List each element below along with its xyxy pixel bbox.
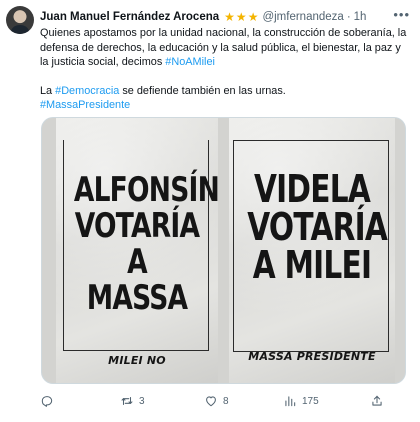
reply-icon <box>41 396 53 407</box>
poster-videla: VIDELA VOTARÍA A MILEI MASSA PRESIDENTE <box>229 118 395 383</box>
separator: · <box>346 11 351 23</box>
headline-line: VOTARÍA <box>74 206 200 246</box>
tweet-text: Quienes apostamos por la unidad nacional… <box>40 26 412 113</box>
retweet-button[interactable]: 3 <box>120 392 145 410</box>
views-count: 175 <box>302 395 319 407</box>
headline-line: A MILEI <box>252 243 372 287</box>
tweet-header: Juan Manuel Fernández Arocena ★ ★ ★ @jmf… <box>40 7 414 25</box>
poster-footer: MILEI NO <box>108 354 166 367</box>
poster-headline: ALFONSÍN VOTARÍA A MASSA <box>73 170 220 318</box>
star-icon: ★ <box>235 10 247 24</box>
heart-icon <box>206 396 216 407</box>
tweet-paragraph-3: #MassaPresidente <box>40 98 412 113</box>
tweet-text-line2-suffix: se defiende también en las urnas. <box>119 84 286 97</box>
retweet-count: 3 <box>139 395 145 407</box>
reply-button[interactable] <box>40 392 59 410</box>
verified-stars: ★ ★ ★ <box>224 11 258 23</box>
author-handle[interactable]: @jmfernandeza <box>262 11 343 23</box>
tweet-text-line2-prefix: La <box>40 84 56 97</box>
tweet[interactable]: Juan Manuel Fernández Arocena ★ ★ ★ @jmf… <box>0 0 420 422</box>
views-button[interactable]: 175 <box>283 392 319 410</box>
tweet-actions-bar: 3 8 175 <box>36 392 416 410</box>
avatar[interactable] <box>6 6 34 34</box>
share-button[interactable] <box>370 392 384 410</box>
tweet-text-line1: Quienes apostamos por la unidad nacional… <box>40 27 407 69</box>
share-icon <box>372 395 382 406</box>
views-chart-icon <box>285 396 296 407</box>
star-icon: ★ <box>224 10 235 24</box>
headline-line: ALFONSÍN <box>73 170 220 210</box>
headline-line: VOTARÍA <box>247 205 388 249</box>
poster-alfonsin: ALFONSÍN VOTARÍA A MASSA MILEI NO <box>56 118 220 383</box>
headline-line: A MASSA <box>86 242 188 318</box>
hashtag-massapresidente[interactable]: #MassaPresidente <box>40 99 130 111</box>
tweet-paragraph-2: La #Democracia se defiende también en la… <box>40 84 412 99</box>
like-count: 8 <box>223 395 229 407</box>
like-button[interactable]: 8 <box>204 392 229 410</box>
headline-line: VIDELA <box>254 167 371 211</box>
more-options-icon[interactable]: ••• <box>393 7 410 22</box>
timestamp[interactable]: 1h <box>354 11 367 23</box>
retweet-icon <box>121 396 133 406</box>
hashtag-democracia[interactable]: #Democracia <box>55 85 119 97</box>
hashtag-noamilei[interactable]: #NoAMilei <box>165 56 215 68</box>
poster-headline: VIDELA VOTARÍA A MILEI <box>247 167 388 287</box>
author-name[interactable]: Juan Manuel Fernández Arocena <box>40 11 219 23</box>
tweet-media-image[interactable]: ALFONSÍN VOTARÍA A MASSA MILEI NO VIDELA… <box>41 117 406 384</box>
star-icon: ★ <box>247 10 259 24</box>
tweet-paragraph-1: Quienes apostamos por la unidad nacional… <box>40 26 412 70</box>
poster-footer: MASSA PRESIDENTE <box>248 350 376 363</box>
